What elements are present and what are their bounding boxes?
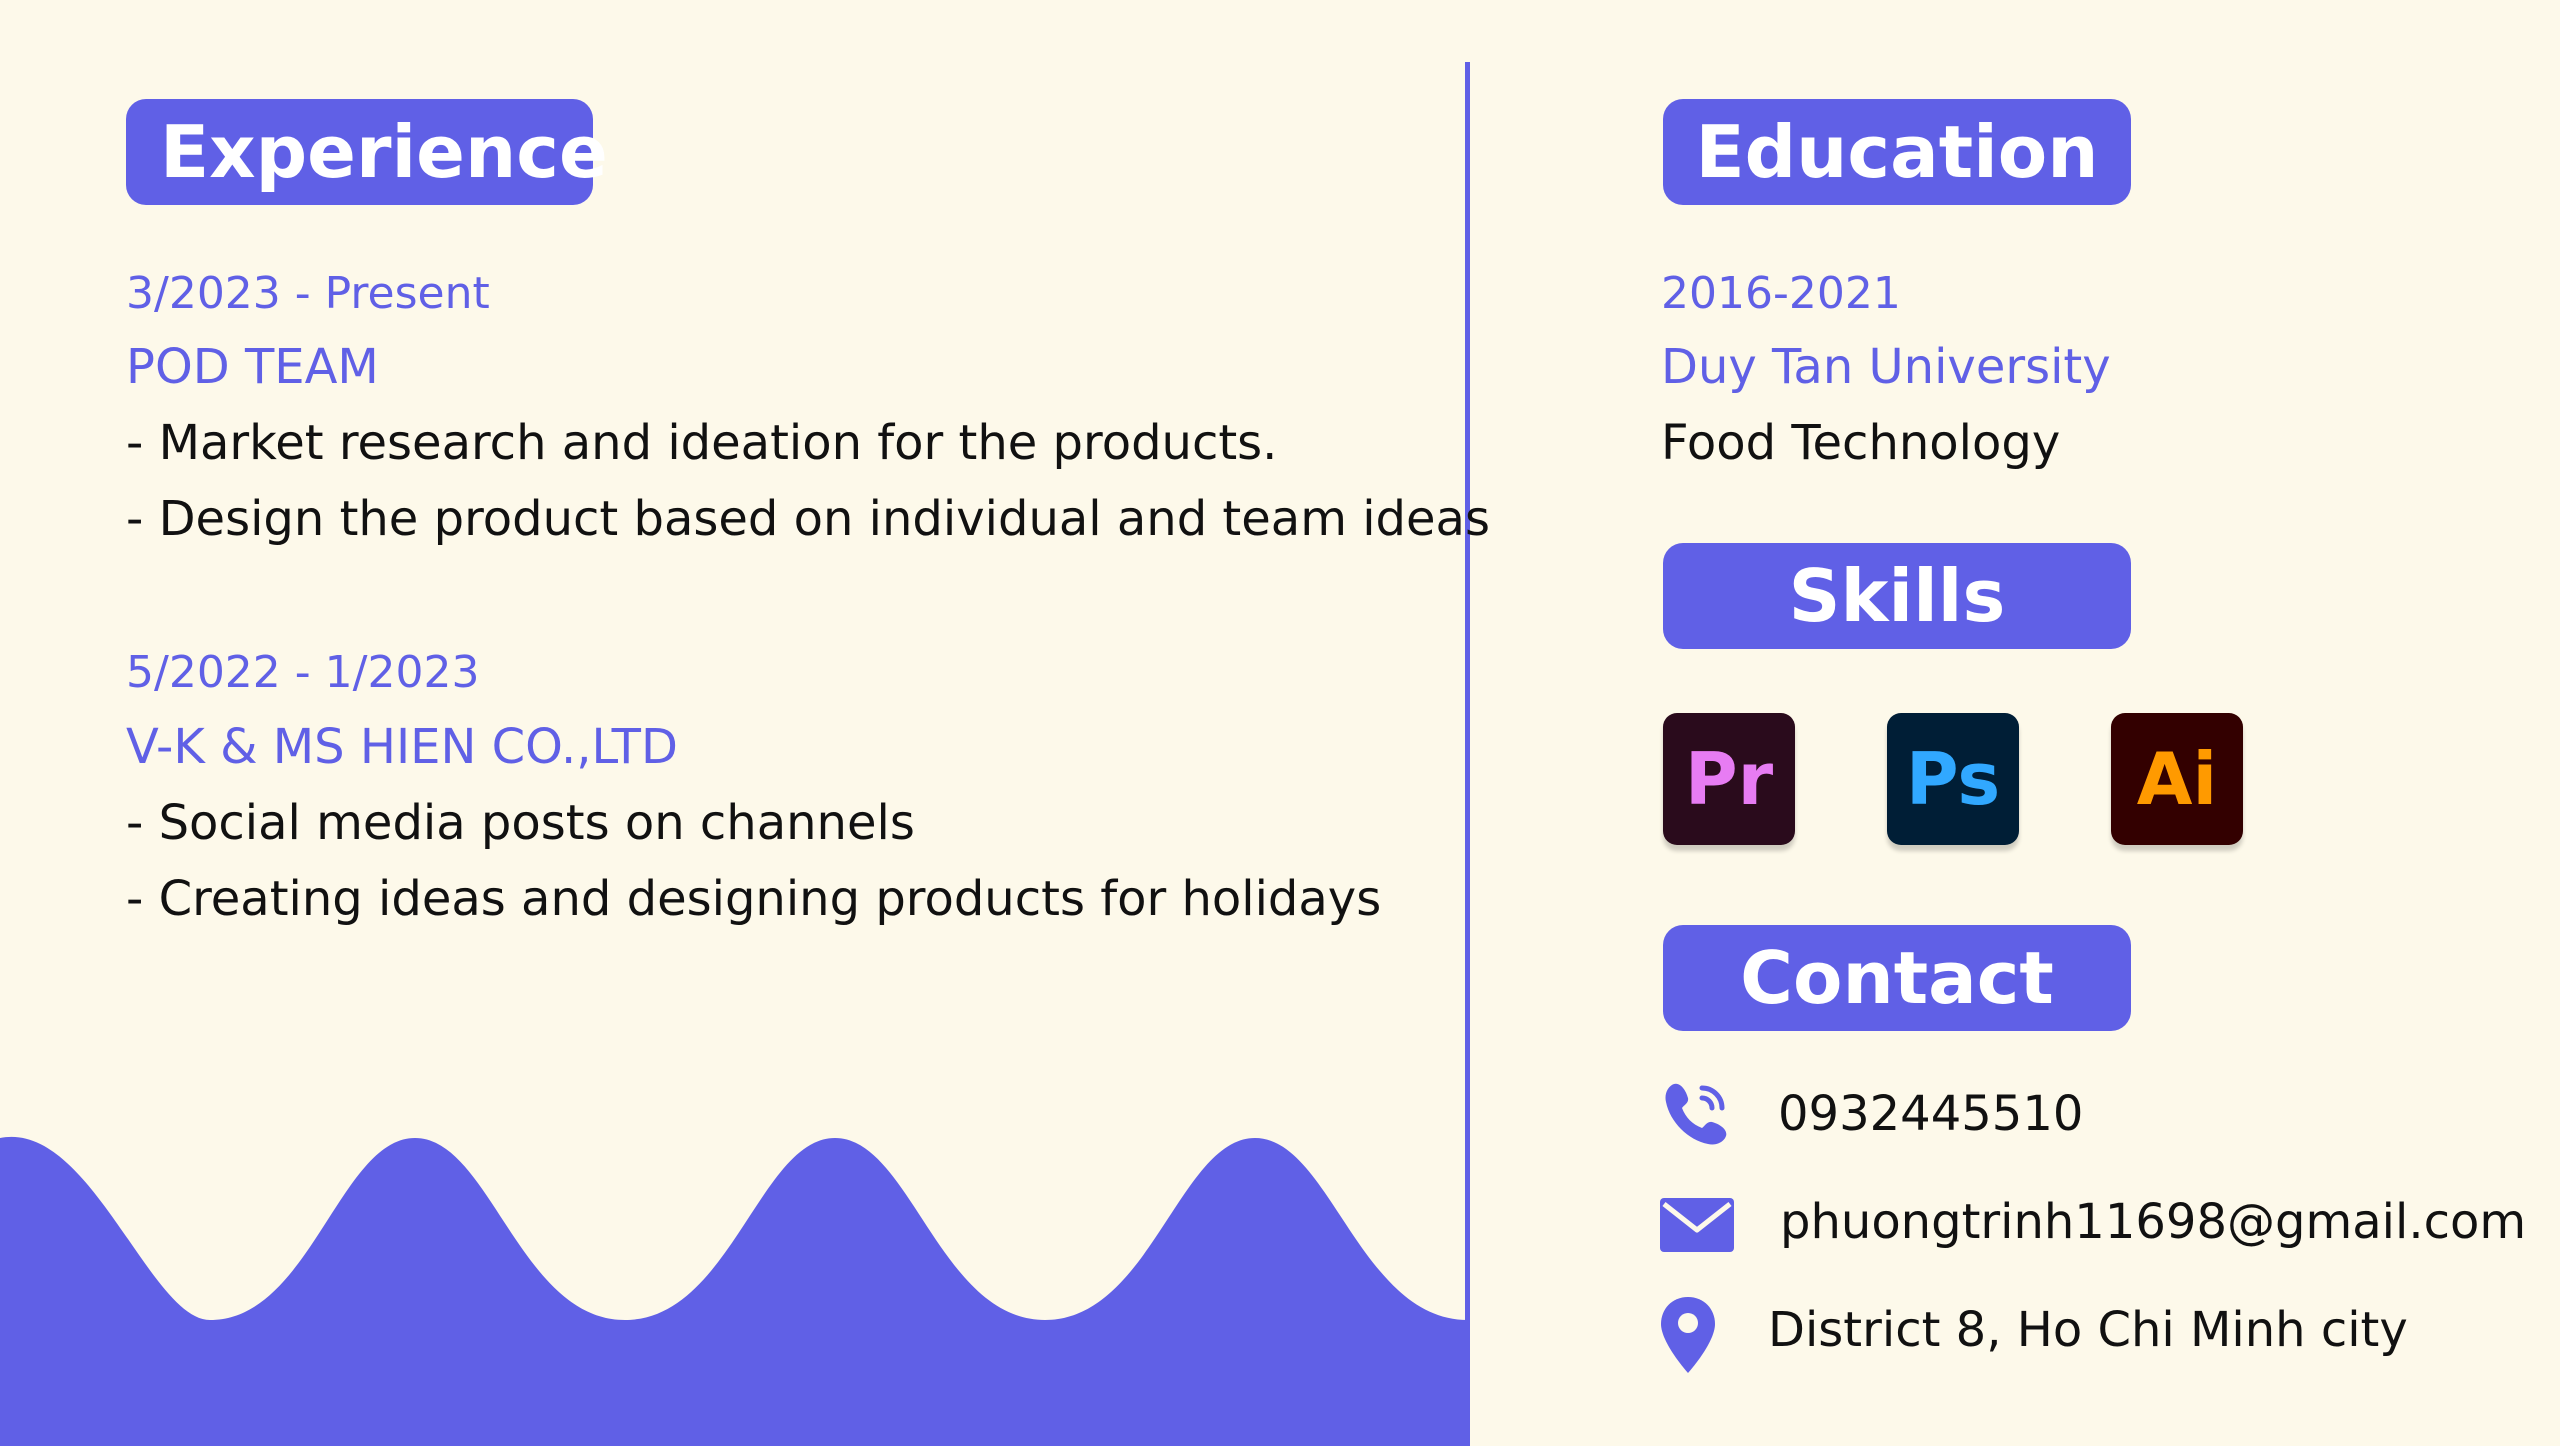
wave-decoration: [0, 1136, 1468, 1446]
photoshop-icon: Ps: [1887, 713, 2019, 845]
column-divider: [1465, 62, 1470, 1446]
location-pin-icon: [1661, 1297, 1715, 1373]
illustrator-icon: Ai: [2111, 713, 2243, 845]
education-major: Food Technology: [1661, 415, 2061, 471]
skills-heading: Skills: [1663, 543, 2131, 649]
education-school: Duy Tan University: [1661, 339, 2111, 395]
contact-heading: Contact: [1663, 925, 2131, 1031]
premiere-pro-icon: Pr: [1663, 713, 1795, 845]
job-2-task: - Creating ideas and designing products …: [126, 871, 1382, 927]
education-years: 2016-2021: [1661, 268, 1901, 319]
job-1-period: 3/2023 - Present: [126, 268, 490, 319]
contact-phone: 0932445510: [1778, 1086, 2084, 1142]
job-1-company: POD TEAM: [126, 339, 379, 395]
job-2-period: 5/2022 - 1/2023: [126, 647, 480, 698]
job-1-task: - Design the product based on individual…: [126, 491, 1490, 547]
job-1-task: - Market research and ideation for the p…: [126, 415, 1278, 471]
job-2-company: V-K & MS HIEN CO.,LTD: [126, 719, 678, 775]
phone-icon: [1665, 1083, 1727, 1145]
contact-email: phuongtrinh11698@gmail.com: [1780, 1194, 2527, 1250]
contact-address: District 8, Ho Chi Minh city: [1768, 1302, 2408, 1358]
email-icon: [1660, 1198, 1734, 1252]
job-2-task: - Social media posts on channels: [126, 795, 915, 851]
education-heading: Education: [1663, 99, 2131, 205]
experience-heading: Experience: [126, 99, 608, 205]
